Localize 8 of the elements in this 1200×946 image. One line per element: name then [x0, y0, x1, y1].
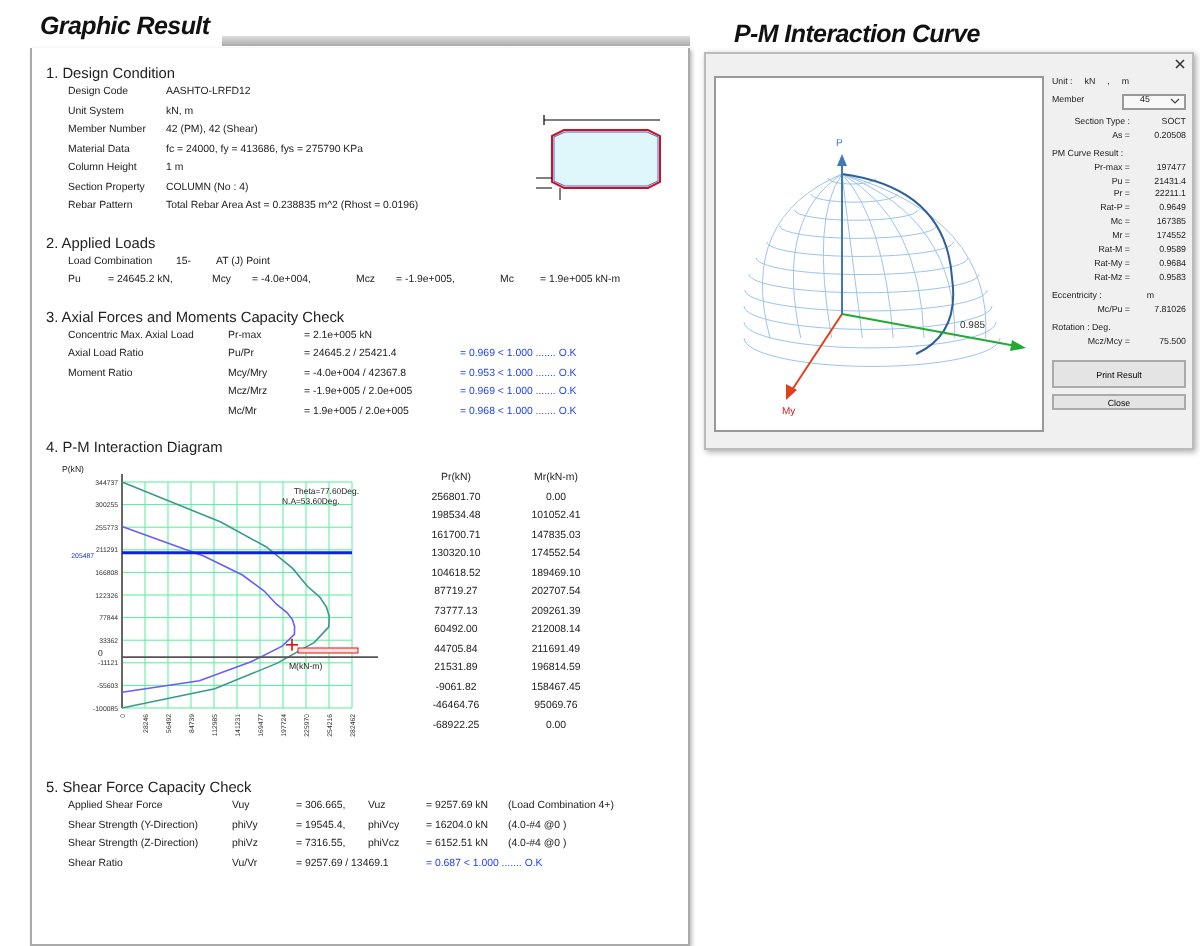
load-point-marker: [285, 638, 299, 652]
my-axis-arrow: [786, 313, 843, 400]
section-title: P-M Interaction Curve: [732, 18, 982, 52]
close-icon[interactable]: [1174, 57, 1186, 69]
section-title: Graphic Result: [38, 12, 213, 44]
highlight-marker: [297, 647, 359, 654]
column-section-drawing: [535, 114, 661, 201]
caret-icon: [1170, 98, 1180, 105]
